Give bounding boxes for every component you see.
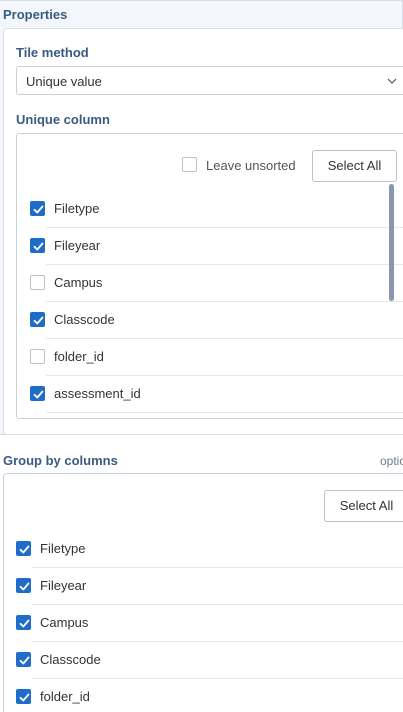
row-label: assessment_id [54,386,141,401]
checkmark-icon [19,656,30,665]
checkmark-icon [19,582,30,591]
row-checkbox[interactable] [30,312,45,327]
row-label: Classcode [54,312,115,327]
tile-method-label: Tile method [16,45,89,60]
row-divider [32,567,403,568]
checkmark-icon [33,390,44,399]
checkmark-icon [33,205,44,214]
unique-column-label: Unique column [16,112,110,127]
row-checkbox[interactable] [30,386,45,401]
row-divider [32,678,403,679]
row-checkbox[interactable] [30,349,45,364]
row-checkbox[interactable] [30,275,45,290]
checkmark-icon [19,619,30,628]
row-label: Campus [40,615,89,630]
row-label: Classcode [40,652,101,667]
optional-label: optio [380,454,403,468]
properties-card: Tile method Unique value Unique column L… [3,28,403,435]
leave-unsorted-label: Leave unsorted [206,158,296,173]
select-all-button[interactable]: Select All [312,150,397,182]
group-by-label: Group by columns [3,453,118,468]
chevron-down-icon [387,78,397,84]
row-divider [32,604,403,605]
row-checkbox[interactable] [16,689,31,704]
list-scrollbar[interactable] [389,184,394,301]
row-label: Filetype [40,541,86,556]
row-label: Campus [54,275,103,290]
checkmark-icon [33,242,44,251]
unique-column-list: Leave unsorted Select All Filetype Fileye… [16,133,403,419]
row-divider [46,227,403,228]
row-divider [32,641,403,642]
row-label: folder_id [54,349,104,364]
tile-method-value: Unique value [26,74,102,89]
row-checkbox[interactable] [30,201,45,216]
tile-method-select[interactable]: Unique value [16,66,403,95]
row-label: folder_id [40,689,90,704]
row-checkbox[interactable] [16,652,31,667]
row-label: Filetype [54,201,100,216]
row-label: Fileyear [40,578,87,593]
row-checkbox[interactable] [16,615,31,630]
row-divider [46,412,403,413]
properties-panel: Properties Tile method Unique value Uniq… [0,0,403,435]
row-checkbox[interactable] [30,238,45,253]
row-divider [46,338,403,339]
row-divider [46,301,403,302]
row-checkbox[interactable] [16,578,31,593]
row-divider [46,375,403,376]
group-by-list: Select All Filetype Fileyear Campus Classco… [3,473,403,712]
properties-title: Properties [3,7,68,22]
checkmark-icon [19,545,30,554]
row-divider [46,264,403,265]
row-label: Fileyear [54,238,101,253]
row-checkbox[interactable] [16,541,31,556]
group-select-all-button[interactable]: Select All [324,490,403,522]
checkmark-icon [33,316,44,325]
checkmark-icon [19,693,30,702]
leave-unsorted-checkbox[interactable] [182,157,197,172]
